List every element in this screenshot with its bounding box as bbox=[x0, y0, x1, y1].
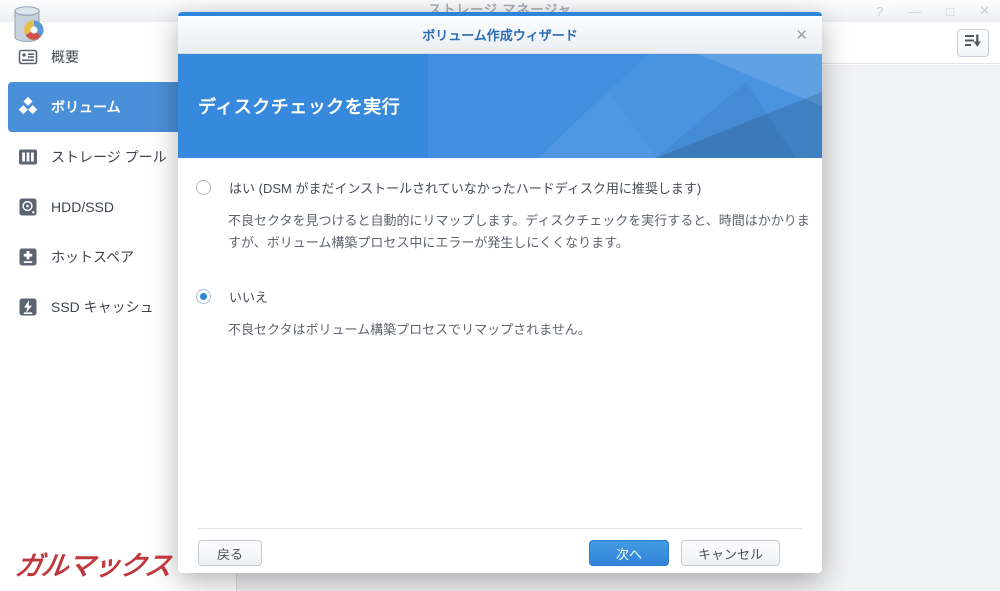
storage-manager-app-icon bbox=[10, 3, 48, 49]
ssd-cache-lightning-icon bbox=[18, 297, 38, 317]
volume-cubes-icon bbox=[18, 96, 38, 117]
sidebar-item-label: ホットスペア bbox=[51, 249, 135, 265]
sort-descending-icon bbox=[964, 33, 982, 54]
sidebar-item-label: HDD/SSD bbox=[51, 199, 115, 215]
option-skip-disk-check: いいえ 不良セクタはボリューム構築プロセスでリマップされません。 bbox=[196, 287, 798, 341]
close-window-icon[interactable]: ✕ bbox=[979, 3, 990, 19]
dialog-title: ボリューム作成ウィザード bbox=[422, 28, 578, 43]
help-icon[interactable]: ? bbox=[876, 4, 883, 19]
garumax-watermark-logo: ガルマックス bbox=[13, 551, 173, 581]
storage-pool-icon bbox=[18, 147, 38, 167]
dialog-footer: 戻る 次へ キャンセル bbox=[198, 528, 802, 573]
back-button[interactable]: 戻る bbox=[198, 540, 262, 566]
sidebar-item-label: ストレージ プール bbox=[51, 149, 167, 165]
overview-icon bbox=[18, 47, 38, 67]
banner-step-title: ディスクチェックを実行 bbox=[198, 97, 401, 117]
option-description: 不良セクタはボリューム構築プロセスでリマップされません。 bbox=[228, 322, 591, 337]
hdd-disk-icon bbox=[18, 197, 38, 217]
close-dialog-icon[interactable]: ✕ bbox=[795, 16, 808, 54]
option-description: 不良セクタを見つけると自動的にリマップします。ディスクチェックを実行すると、時間… bbox=[228, 213, 810, 250]
sort-button[interactable] bbox=[957, 29, 989, 57]
radio-option-label: はい (DSM がまだインストールされていなかったハードディスク用に推奨します) bbox=[229, 181, 702, 196]
radio-option-label: いいえ bbox=[229, 290, 269, 305]
dialog-header[interactable]: ボリューム作成ウィザード ✕ bbox=[178, 16, 822, 54]
pie-chart-glyph bbox=[24, 20, 44, 40]
radio-option-yes[interactable]: はい (DSM がまだインストールされていなかったハードディスク用に推奨します) bbox=[196, 178, 798, 197]
sidebar-item-label: SSD キャッシュ bbox=[51, 299, 154, 315]
dialog-body: はい (DSM がまだインストールされていなかったハードディスク用に推奨します)… bbox=[178, 158, 822, 341]
maximize-icon[interactable]: □ bbox=[946, 4, 954, 19]
sidebar-item-label: 概要 bbox=[51, 49, 79, 65]
storage-manager-window: ストレージ マネージャ ? — □ ✕ 概要 ボリューム ストレージ プール H… bbox=[0, 0, 1000, 591]
dialog-banner: ディスクチェックを実行 bbox=[178, 54, 822, 158]
sidebar-item-label: ボリューム bbox=[51, 99, 121, 115]
radio-option-no[interactable]: いいえ bbox=[196, 287, 798, 306]
hot-spare-plus-icon bbox=[18, 247, 38, 267]
cancel-button[interactable]: キャンセル bbox=[680, 540, 780, 566]
radio-unchecked-icon[interactable] bbox=[196, 180, 211, 195]
option-run-disk-check: はい (DSM がまだインストールされていなかったハードディスク用に推奨します)… bbox=[196, 178, 810, 254]
radio-checked-icon[interactable] bbox=[196, 289, 211, 304]
footer-button-group: 次へ キャンセル bbox=[588, 540, 780, 573]
next-button[interactable]: 次へ bbox=[588, 540, 669, 566]
volume-wizard-dialog: ボリューム作成ウィザード ✕ ディスクチェックを実行 はい (DSM がまだイン… bbox=[178, 12, 822, 573]
window-controls: ? — □ ✕ bbox=[876, 0, 990, 22]
minimize-icon[interactable]: — bbox=[908, 4, 921, 19]
